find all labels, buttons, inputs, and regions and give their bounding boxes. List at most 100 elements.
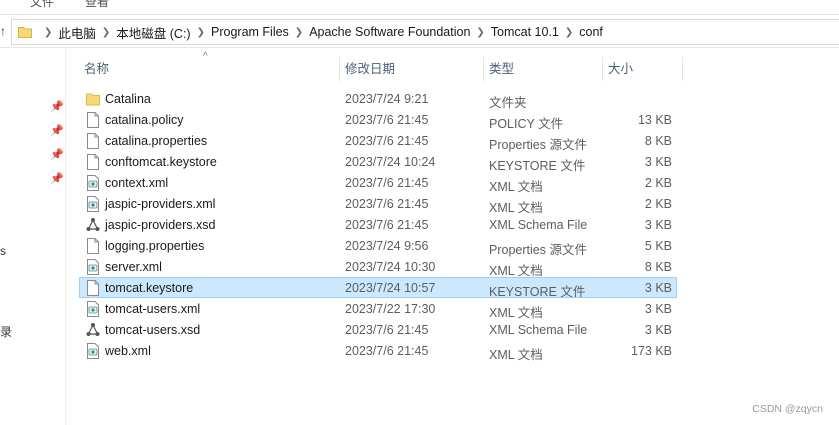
file-type: XML Schema File <box>489 218 588 232</box>
chevron-right-icon[interactable]: ❯ <box>476 27 484 38</box>
file-modified-date: 2023/7/24 9:56 <box>345 239 429 253</box>
folder-icon <box>18 27 32 38</box>
nav-item-fragment[interactable]: 录 <box>0 323 12 340</box>
file-modified-date: 2023/7/6 21:45 <box>345 218 429 232</box>
file-modified-date: 2023/7/6 21:45 <box>345 323 429 337</box>
pin-icon[interactable]: 📌 <box>50 148 64 161</box>
file-modified-date: 2023/7/6 21:45 <box>345 113 429 127</box>
file-row[interactable]: tomcat-users.xsd 2023/7/6 21:45 XML Schema… <box>79 319 677 340</box>
file-size: 2 KB <box>644 197 672 211</box>
file-size: 5 KB <box>644 239 672 253</box>
file-name: conftomcat.keystore <box>105 155 217 169</box>
column-divider[interactable] <box>682 57 683 81</box>
up-arrow-icon[interactable]: ↑ <box>0 24 6 38</box>
file-modified-date: 2023/7/6 21:45 <box>345 134 429 148</box>
file-size: 3 KB <box>644 281 672 295</box>
folder-icon <box>86 93 100 106</box>
file-type: XML Schema File <box>489 323 588 337</box>
file-icon <box>87 112 99 128</box>
navigation-pane: 📌 📌 📌 📌 s 录 <box>0 49 66 425</box>
file-name: server.xml <box>105 260 162 274</box>
chevron-right-icon[interactable]: ❯ <box>44 27 52 38</box>
file-name: logging.properties <box>105 239 205 253</box>
file-row[interactable]: web.xml 2023/7/6 21:45 XML 文档 173 KB <box>79 340 677 362</box>
breadcrumb-tomcat[interactable]: Tomcat 10.1 <box>491 25 559 39</box>
pin-icon[interactable]: 📌 <box>50 100 64 113</box>
file-row[interactable]: tomcat.keystore 2023/7/24 10:57 KEYSTORE 文… <box>79 277 677 299</box>
chevron-right-icon[interactable]: ❯ <box>197 27 205 38</box>
pin-icon[interactable]: 📌 <box>50 124 64 137</box>
address-bar-row: ↑ ❯ 此电脑 ❯ 本地磁盘 (C:) ❯ Program Files ❯ Ap… <box>0 14 839 48</box>
file-modified-date: 2023/7/6 21:45 <box>345 197 429 211</box>
file-size: 8 KB <box>644 260 672 274</box>
file-modified-date: 2023/7/24 10:24 <box>345 155 436 169</box>
file-name: Catalina <box>105 92 151 106</box>
file-name: jaspic-providers.xml <box>105 197 216 211</box>
watermark: CSDN @zqycn <box>752 403 823 415</box>
xml-file-icon <box>87 196 99 212</box>
chevron-right-icon[interactable]: ❯ <box>565 27 573 38</box>
file-modified-date: 2023/7/6 21:45 <box>345 344 429 358</box>
file-row[interactable]: jaspic-providers.xsd 2023/7/6 21:45 XML Sc… <box>79 214 677 235</box>
breadcrumb-program-files[interactable]: Program Files <box>211 25 289 39</box>
breadcrumb-conf[interactable]: conf <box>579 25 603 39</box>
file-modified-date: 2023/7/24 9:21 <box>345 92 429 106</box>
file-modified-date: 2023/7/6 21:45 <box>345 176 429 190</box>
xsd-file-icon <box>86 323 100 336</box>
file-name: context.xml <box>105 176 169 190</box>
ribbon-tab-file[interactable]: 文件 <box>30 0 54 10</box>
chevron-right-icon[interactable]: ❯ <box>102 27 110 38</box>
file-name: tomcat-users.xsd <box>105 323 201 337</box>
file-icon <box>87 154 99 170</box>
file-name: web.xml <box>105 344 151 358</box>
file-row[interactable]: context.xml 2023/7/6 21:45 XML 文档 2 KB <box>79 172 677 194</box>
file-size: 173 KB <box>630 344 672 358</box>
file-row[interactable]: catalina.policy 2023/7/6 21:45 POLICY 文件 13… <box>79 109 677 131</box>
file-list: Catalina 2023/7/24 9:21 文件夹 catalina.policy… <box>79 88 683 362</box>
file-name: tomcat-users.xml <box>105 302 201 316</box>
file-row[interactable]: logging.properties 2023/7/24 9:56 Properti… <box>79 235 677 257</box>
pin-icon[interactable]: 📌 <box>50 172 64 185</box>
file-size: 2 KB <box>644 176 672 190</box>
file-name: catalina.properties <box>105 134 208 148</box>
file-row[interactable]: jaspic-providers.xml 2023/7/6 21:45 XML 文档… <box>79 193 677 215</box>
file-icon <box>87 238 99 254</box>
file-modified-date: 2023/7/24 10:57 <box>345 281 436 295</box>
file-size: 13 KB <box>637 113 672 127</box>
file-name: tomcat.keystore <box>105 281 194 295</box>
file-size: 3 KB <box>644 218 672 232</box>
column-header-name[interactable]: 名称 <box>79 57 339 81</box>
column-headers: ^ 名称 修改日期 类型 大小 <box>79 51 683 81</box>
xml-file-icon <box>87 301 99 317</box>
breadcrumb-local-disk[interactable]: 本地磁盘 (C:) <box>116 23 190 42</box>
file-row[interactable]: conftomcat.keystore 2023/7/24 10:24 KEYSTO… <box>79 151 677 173</box>
file-size: 3 KB <box>644 302 672 316</box>
file-row[interactable]: server.xml 2023/7/24 10:30 XML 文档 8 KB <box>79 256 677 278</box>
file-size: 8 KB <box>644 134 672 148</box>
column-header-size[interactable]: 大小 <box>603 57 681 81</box>
file-row[interactable]: tomcat-users.xml 2023/7/22 17:30 XML 文档 3 K… <box>79 298 677 320</box>
breadcrumb-this-pc[interactable]: 此电脑 <box>58 23 96 42</box>
file-row[interactable]: catalina.properties 2023/7/6 21:45 Propert… <box>79 130 677 152</box>
chevron-right-icon[interactable]: ❯ <box>295 27 303 38</box>
xml-file-icon <box>87 175 99 191</box>
file-size: 3 KB <box>644 323 672 337</box>
column-header-type[interactable]: 类型 <box>484 57 602 81</box>
address-bar[interactable]: ❯ 此电脑 ❯ 本地磁盘 (C:) ❯ Program Files ❯ Apac… <box>11 19 839 45</box>
ribbon-tab-share[interactable]: 查看 <box>85 0 109 10</box>
ribbon-tabs: 文件 查看 <box>0 0 839 12</box>
file-size: 3 KB <box>644 155 672 169</box>
file-name: catalina.policy <box>105 113 184 127</box>
xsd-file-icon <box>86 218 100 231</box>
xml-file-icon <box>87 343 99 359</box>
xml-file-icon <box>87 259 99 275</box>
file-row[interactable]: Catalina 2023/7/24 9:21 文件夹 <box>79 88 677 110</box>
file-modified-date: 2023/7/24 10:30 <box>345 260 436 274</box>
file-icon <box>87 280 99 296</box>
column-header-date[interactable]: 修改日期 <box>340 57 483 81</box>
file-type: XML 文档 <box>489 348 543 362</box>
breadcrumb-apache[interactable]: Apache Software Foundation <box>309 25 470 39</box>
file-icon <box>87 133 99 149</box>
file-name: jaspic-providers.xsd <box>105 218 216 232</box>
nav-item-fragment[interactable]: s <box>0 244 6 258</box>
